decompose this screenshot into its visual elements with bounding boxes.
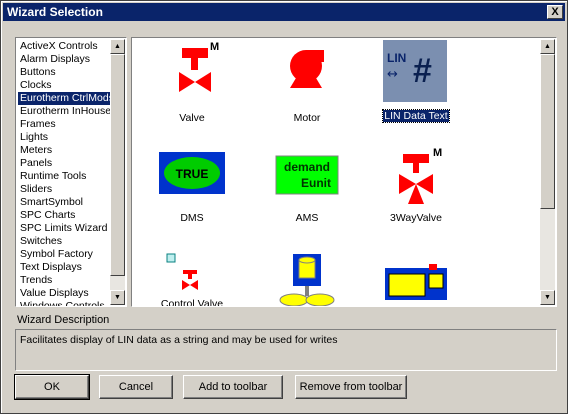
icon-pane-scrollbar[interactable]: ▲ ▼ [540, 39, 555, 305]
category-list-item[interactable]: Lights [18, 131, 110, 144]
category-list-item[interactable]: Frames [18, 118, 110, 131]
wizard-label: Control Valve [160, 298, 224, 307]
category-list-item[interactable]: Sliders [18, 183, 110, 196]
category-list-item[interactable]: Windows Controls [18, 300, 110, 306]
wizard-icon-pane[interactable]: M Valve Motor LIN ↔ # LIN Data Text TRUE… [131, 37, 557, 307]
lin-data-text-icon: LIN ↔ # [383, 40, 447, 102]
wizard-ams[interactable]: demand Eunit AMS [257, 148, 357, 224]
category-scrollbar[interactable]: ▲ ▼ [110, 39, 125, 305]
scroll-down-button[interactable]: ▼ [110, 290, 125, 305]
motor-icon [290, 50, 324, 88]
dms-true-icon: TRUE [159, 152, 225, 194]
svg-text:demand: demand [284, 160, 330, 174]
wizard-description-label: Wizard Description [17, 314, 110, 326]
wizard-label: AMS [295, 212, 319, 224]
category-list-item[interactable]: ActiveX Controls [18, 40, 110, 53]
scroll-up-button[interactable]: ▲ [110, 39, 125, 54]
scroll-up-button[interactable]: ▲ [540, 39, 555, 54]
category-list-item[interactable]: Trends [18, 274, 110, 287]
wizard-description-text: Facilitates display of LIN data as a str… [20, 334, 338, 346]
category-list-item[interactable]: Meters [18, 144, 110, 157]
wizard-valve[interactable]: M Valve [142, 42, 242, 124]
category-list-item[interactable]: Text Displays [18, 261, 110, 274]
scroll-thumb[interactable] [110, 54, 125, 276]
category-list-item[interactable]: Eurotherm InHouse [18, 105, 110, 118]
wizard-control-valve[interactable]: Control Valve [142, 250, 242, 306]
add-to-toolbar-button[interactable]: Add to toolbar [183, 375, 283, 399]
wizard-motor[interactable]: Motor [257, 42, 357, 124]
category-list-item[interactable]: Panels [18, 157, 110, 170]
category-list-item[interactable]: Eurotherm CtrlMods [18, 92, 110, 105]
wizard-panel-display[interactable] [366, 258, 466, 306]
wizard-tank-agitator[interactable] [257, 250, 357, 306]
wizard-description-box: Facilitates display of LIN data as a str… [15, 329, 557, 371]
category-list-item[interactable]: Alarm Displays [18, 53, 110, 66]
close-button[interactable]: X [547, 5, 563, 19]
wizard-label: Motor [293, 112, 321, 124]
title-bar: Wizard Selection X [3, 3, 565, 21]
category-list-item[interactable]: Clocks [18, 79, 110, 92]
category-list-item[interactable]: Symbol Factory [18, 248, 110, 261]
svg-text:TRUE: TRUE [176, 167, 209, 181]
wizard-selection-dialog: Wizard Selection X ActiveX Controls Alarm… [0, 0, 568, 414]
scroll-thumb[interactable] [540, 54, 555, 209]
category-list-item[interactable]: Value Displays [18, 287, 110, 300]
cancel-button[interactable]: Cancel [99, 375, 173, 399]
scroll-down-button[interactable]: ▼ [540, 290, 555, 305]
category-listbox[interactable]: ActiveX Controls Alarm Displays Buttons Clo… [15, 37, 127, 307]
control-valve-icon [166, 253, 198, 290]
tank-agitator-icon [279, 254, 335, 306]
wizard-label: Valve [179, 112, 205, 124]
valve-m-label: M [210, 42, 219, 53]
wizard-dms[interactable]: TRUE DMS [142, 148, 242, 224]
three-way-valve-icon: M [399, 147, 442, 204]
category-list-item[interactable]: Buttons [18, 66, 110, 79]
svg-text:M: M [433, 147, 442, 159]
window-title: Wizard Selection [7, 5, 103, 19]
category-list-item[interactable]: SmartSymbol [18, 196, 110, 209]
wizard-label: LIN Data Text [382, 109, 450, 123]
wizard-lin-data-text[interactable]: LIN ↔ # LIN Data Text [366, 40, 466, 123]
remove-from-toolbar-button[interactable]: Remove from toolbar [295, 375, 407, 399]
valve-m-icon: M [179, 42, 219, 92]
wizard-label: 3WayValve [390, 212, 442, 224]
panel-display-icon [385, 264, 447, 300]
wizard-label: DMS [180, 212, 204, 224]
wizard-3wayvalve[interactable]: M 3WayValve [366, 142, 466, 224]
svg-text:Eunit: Eunit [301, 176, 331, 190]
category-list-item[interactable]: SPC Charts [18, 209, 110, 222]
svg-text:LIN: LIN [387, 51, 406, 65]
category-list: ActiveX Controls Alarm Displays Buttons Clo… [18, 40, 110, 306]
svg-text:#: # [413, 52, 432, 90]
category-list-item[interactable]: Switches [18, 235, 110, 248]
svg-text:↔: ↔ [387, 67, 398, 82]
ok-button[interactable]: OK [14, 374, 90, 400]
ams-demand-eunit-icon: demand Eunit [275, 155, 339, 195]
category-list-item[interactable]: Runtime Tools [18, 170, 110, 183]
category-list-item[interactable]: SPC Limits Wizard [18, 222, 110, 235]
